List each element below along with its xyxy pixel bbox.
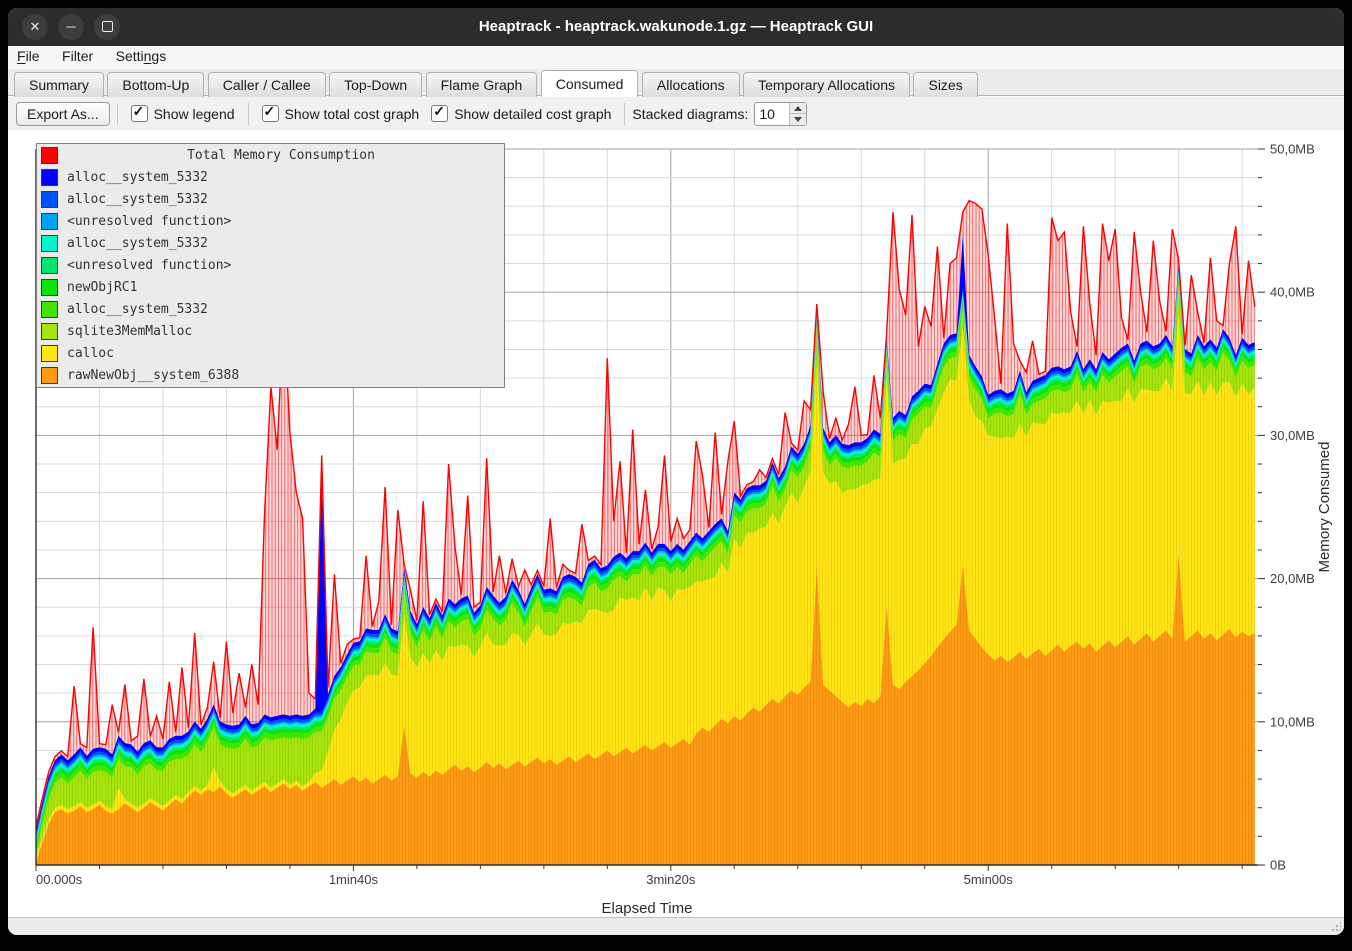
legend-label: <unresolved function>	[67, 258, 231, 273]
legend-item: alloc__system_5332	[37, 166, 504, 188]
menu-file[interactable]: File	[8, 46, 49, 66]
tab-allocations[interactable]: Allocations	[642, 72, 740, 97]
show-legend-checkbox[interactable]: ✓ Show legend	[131, 105, 235, 122]
legend-item: alloc__system_5332	[37, 188, 504, 210]
y-tick-label: 0B	[1270, 858, 1286, 873]
x-tick-label: 3min20s	[646, 872, 696, 887]
legend-item: sqlite3MemMalloc	[37, 321, 504, 343]
y-tick-label: 10,0MB	[1270, 714, 1315, 729]
close-window-button[interactable]: ✕	[22, 14, 48, 40]
legend-label: Total Memory Consumption	[58, 148, 504, 163]
status-bar	[8, 917, 1344, 935]
legend-item: rawNewObj__system_6388	[37, 365, 504, 387]
chevron-up-icon	[794, 106, 802, 111]
legend-label: alloc__system_5332	[67, 302, 208, 317]
legend-label: newObjRC1	[67, 280, 137, 295]
tab-bottom-up[interactable]: Bottom-Up	[107, 72, 204, 97]
toolbar-separator	[248, 103, 249, 125]
show-detailed-cost-checkbox[interactable]: ✓ Show detailed cost graph	[431, 105, 611, 122]
legend-swatch	[41, 323, 58, 340]
toolbar: Export As... ✓ Show legend ✓ Show total …	[8, 97, 1344, 130]
x-tick-label: 5min00s	[964, 872, 1014, 887]
show-total-cost-checkbox[interactable]: ✓ Show total cost graph	[262, 105, 420, 122]
checkbox-box: ✓	[131, 105, 148, 122]
legend-label: alloc__system_5332	[67, 192, 208, 207]
spinbox-buttons	[789, 103, 806, 125]
legend-swatch	[41, 169, 58, 186]
menu-filter[interactable]: Filter	[53, 46, 102, 66]
checkbox-box: ✓	[262, 105, 279, 122]
menu-settings[interactable]: Settings	[107, 46, 176, 66]
x-axis-label: Elapsed Time	[602, 900, 693, 917]
legend-swatch	[41, 191, 58, 208]
app-window: ✕ ─ Heaptrack - heaptrack.wakunode.1.gz …	[8, 8, 1344, 935]
legend-title-row: Total Memory Consumption	[37, 144, 504, 166]
tab-summary[interactable]: Summary	[14, 72, 104, 97]
legend-item: alloc__system_5332	[37, 299, 504, 321]
tab-caller-callee[interactable]: Caller / Callee	[208, 72, 326, 97]
window-title: Heaptrack - heaptrack.wakunode.1.gz — He…	[128, 8, 1224, 46]
y-tick-label: 20,0MB	[1270, 571, 1315, 586]
checkbox-label: Show total cost graph	[285, 106, 420, 122]
legend-swatch	[41, 235, 58, 252]
tab-sizes[interactable]: Sizes	[913, 72, 977, 97]
resize-grip[interactable]	[1331, 922, 1341, 932]
legend-swatch	[41, 257, 58, 274]
check-icon: ✓	[433, 103, 445, 120]
chevron-down-icon	[794, 117, 802, 122]
maximize-icon	[102, 21, 113, 32]
tab-temporary-allocations[interactable]: Temporary Allocations	[743, 72, 910, 97]
legend-label: calloc	[67, 346, 114, 361]
legend-item: calloc	[37, 343, 504, 365]
legend-swatch	[41, 367, 58, 384]
check-icon: ✓	[264, 103, 276, 120]
spin-up-button[interactable]	[790, 103, 806, 115]
tab-bar: Summary Bottom-Up Caller / Callee Top-Do…	[8, 69, 1344, 96]
stacked-diagrams-spinbox[interactable]: 10	[754, 102, 807, 126]
y-tick-label: 50,0MB	[1270, 142, 1315, 157]
tab-consumed[interactable]: Consumed	[541, 70, 639, 97]
toolbar-separator	[624, 103, 625, 125]
toolbar-separator	[117, 103, 118, 125]
legend-swatch	[41, 345, 58, 362]
minimize-window-button[interactable]: ─	[58, 14, 84, 40]
legend-label: alloc__system_5332	[67, 170, 208, 185]
menu-bar: File Filter Settings	[8, 46, 1344, 69]
legend-label: rawNewObj__system_6388	[67, 368, 239, 383]
legend-swatch	[41, 213, 58, 230]
x-tick-label: 00.000s	[36, 872, 83, 887]
legend-item: <unresolved function>	[37, 254, 504, 276]
screen-background: ✕ ─ Heaptrack - heaptrack.wakunode.1.gz …	[0, 0, 1352, 951]
export-as-button[interactable]: Export As...	[16, 102, 110, 126]
spinbox-value: 10	[755, 103, 789, 125]
legend-item: <unresolved function>	[37, 210, 504, 232]
legend-label: <unresolved function>	[67, 214, 231, 229]
chart-area: 00.000s 1min40s 3min20s 5min00s 0B 10,0MB 20,0…	[8, 130, 1344, 917]
tab-top-down[interactable]: Top-Down	[329, 72, 422, 97]
checkbox-label: Show detailed cost graph	[454, 106, 611, 122]
stacked-diagrams-label: Stacked diagrams:	[632, 106, 748, 122]
checkbox-label: Show legend	[154, 106, 235, 122]
y-axis-label: Memory Consumed	[1316, 442, 1333, 573]
legend-swatch	[41, 147, 58, 164]
tab-flame-graph[interactable]: Flame Graph	[426, 72, 538, 97]
check-icon: ✓	[133, 103, 145, 120]
checkbox-box: ✓	[431, 105, 448, 122]
chart-legend: Total Memory Consumption alloc__system_53…	[36, 143, 505, 388]
spin-down-button[interactable]	[790, 114, 806, 125]
legend-label: sqlite3MemMalloc	[67, 324, 192, 339]
legend-item: alloc__system_5332	[37, 232, 504, 254]
maximize-window-button[interactable]	[94, 14, 120, 40]
legend-item: newObjRC1	[37, 277, 504, 299]
y-tick-label: 30,0MB	[1270, 428, 1315, 443]
x-tick-label: 1min40s	[329, 872, 379, 887]
legend-swatch	[41, 301, 58, 318]
title-bar: ✕ ─ Heaptrack - heaptrack.wakunode.1.gz …	[8, 8, 1344, 46]
y-tick-label: 40,0MB	[1270, 285, 1315, 300]
legend-swatch	[41, 279, 58, 296]
legend-label: alloc__system_5332	[67, 236, 208, 251]
stacked-diagrams-group: Stacked diagrams: 10	[632, 102, 807, 126]
